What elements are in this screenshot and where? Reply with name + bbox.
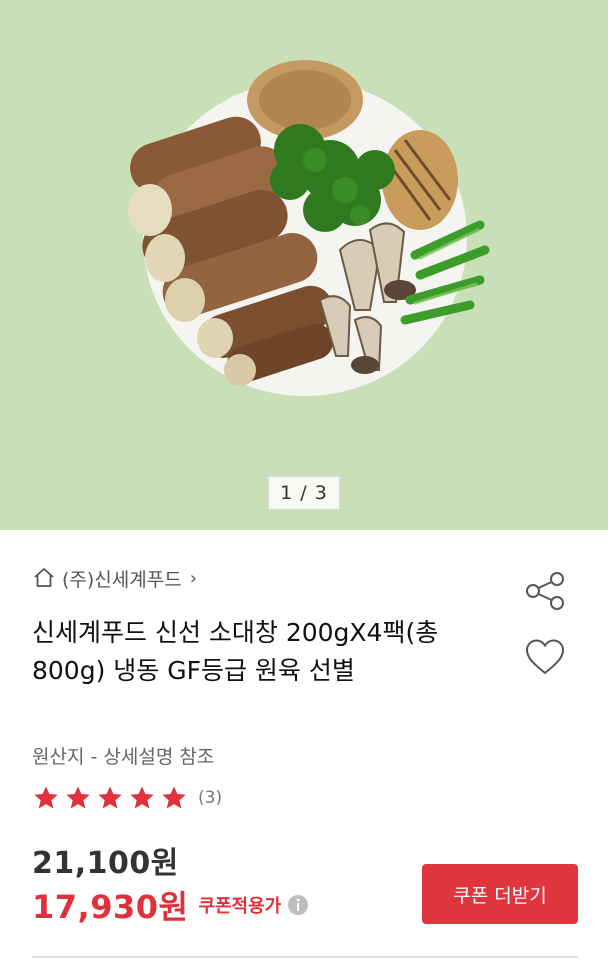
info-icon[interactable]: [287, 894, 309, 916]
star-icon: [34, 786, 58, 809]
heart-icon[interactable]: [524, 637, 566, 677]
image-pager: 1 / 3: [268, 476, 340, 510]
product-photo: [128, 60, 490, 396]
store-link[interactable]: (주)신세계푸드 ›: [32, 563, 197, 593]
rating[interactable]: (3): [32, 782, 222, 814]
origin-info: 원산지 - 상세설명 참조: [32, 746, 215, 768]
product-info-section: (주)신세계푸드 › 신세계푸드 신선 소대창 200gX4팩(총800g) 냉…: [0, 530, 608, 960]
share-icon[interactable]: [524, 570, 566, 612]
store-name: (주)신세계푸드: [62, 568, 182, 591]
chevron-right-icon: ›: [189, 567, 197, 589]
star-icon: [66, 786, 90, 809]
product-title: 신세계푸드 신선 소대창 200gX4팩(총800g) 냉동 GF등급 원육 선…: [32, 618, 439, 685]
product-image-gallery[interactable]: 1 / 3: [0, 0, 608, 530]
home-icon: [34, 568, 54, 587]
review-count: (3): [198, 788, 223, 808]
coupon-price-label: 쿠폰적용가: [198, 896, 282, 917]
original-price: 21,100원: [32, 846, 179, 881]
sale-price-row: 17,930원 쿠폰적용가: [32, 882, 309, 928]
divider: [32, 956, 578, 958]
star-icon: [130, 786, 154, 809]
star-icon: [98, 786, 122, 809]
star-icon: [162, 786, 186, 809]
more-coupons-button[interactable]: 쿠폰 더받기: [422, 864, 578, 924]
sale-price: 17,930원: [32, 888, 189, 926]
